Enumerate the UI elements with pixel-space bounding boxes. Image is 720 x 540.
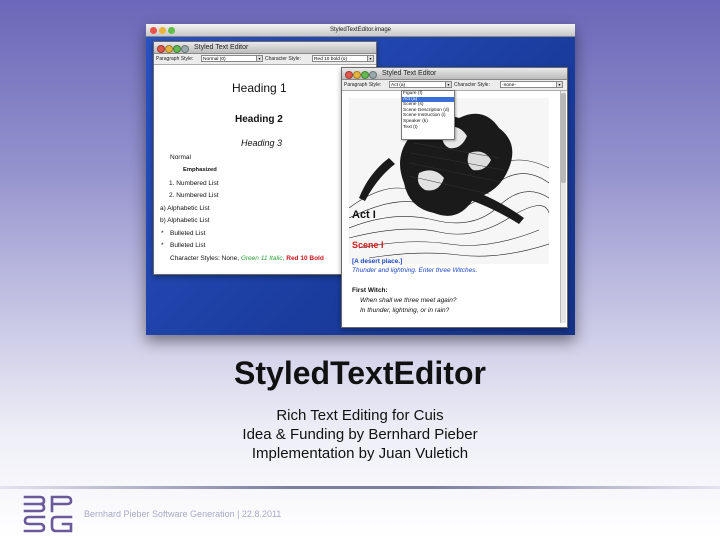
outer-title-bar: StyledTextEditor.image [146,24,575,37]
bullet-marker: * [161,242,164,249]
scene-instruction: Thunder and lightning. Enter three Witch… [352,267,478,274]
style-toolbar: Paragraph Style: Normal (0) ▾ Character … [154,54,376,65]
heading-1: Heading 1 [232,81,287,95]
collapse-button[interactable] [165,44,173,53]
collapse-button[interactable] [353,70,361,79]
normal-paragraph: Normal [170,154,191,161]
editor-window-right[interactable]: Styled Text Editor Paragraph Style: Act … [341,67,568,328]
green-italic-sample: Green 11 Italic, [240,255,285,262]
act-heading: Act I [352,209,376,221]
subtitle-line: Implementation by Juan Vuletich [251,445,469,462]
expand-button[interactable] [361,70,369,79]
paragraph-style-label: Paragraph Style: [344,82,382,88]
editor-window-title: Styled Text Editor [194,44,249,51]
verse-line: In thunder, lightning, or in rain? [360,307,450,314]
chevron-down-icon: ▾ [556,82,562,87]
character-style-select[interactable]: -none- ▾ [500,81,563,88]
vertical-scrollbar[interactable] [560,91,566,323]
subtitle-line: Rich Text Editing for Cuis [276,407,444,424]
paragraph-style-label: Paragraph Style: [156,56,194,62]
editor-title-bar[interactable]: Styled Text Editor [342,68,567,80]
footer-text: Bernhard Pieber Software Generation | 22… [84,509,282,519]
close-button[interactable] [157,44,165,53]
expand-button[interactable] [173,44,181,53]
emphasized-paragraph: Emphasized [183,167,217,173]
editor-title-bar[interactable]: Styled Text Editor [154,42,376,54]
paragraph-style-dropdown[interactable]: Figure (f) Act (a) Scene (s) Scene Descr… [401,90,455,140]
chevron-down-icon: ▾ [445,82,451,87]
character-style-select[interactable]: Red 10 bold (o) ▾ [312,55,374,62]
alphabetic-list-item: b) Alphabetic List [160,217,210,224]
character-style-value: Red 10 bold (o) [314,57,348,62]
scene-heading: Scene I [352,240,384,250]
paragraph-style-select[interactable]: Normal (0) ▾ [201,55,263,62]
heading-2: Heading 2 [235,114,283,125]
character-style-label: Character Style: [454,82,490,88]
bulleted-list-item: Bulleted List [170,242,206,249]
footer-divider [0,486,720,489]
paragraph-style-value: Act (a) [391,83,406,88]
verse-line: When shall we three meet again? [360,297,457,304]
chevron-down-icon: ▾ [256,56,262,61]
speaker-name: First Witch: [352,287,388,294]
bulleted-list-item: Bulleted List [170,230,206,237]
editor-window-title: Styled Text Editor [382,70,437,77]
close-button[interactable] [345,70,353,79]
scrollbar-thumb[interactable] [561,93,566,183]
bullet-marker: * [161,230,164,237]
numbered-list-item: 2. Numbered List [169,192,219,199]
subtitle-line: Idea & Funding by Bernhard Pieber [242,426,478,443]
chevron-down-icon: ▾ [367,56,373,61]
heading-3: Heading 3 [241,138,283,148]
bpsg-logo [23,495,73,533]
numbered-list-item: 1. Numbered List [169,180,219,187]
character-styles-prefix: Character Styles: None, [170,255,240,262]
outer-window-title: StyledTextEditor.image [329,27,392,33]
red-bold-sample: Red 10 Bold [286,255,324,262]
slide-title: StyledTextEditor [234,355,486,391]
menu-button[interactable] [181,44,189,53]
scene-description: [A desert place.] [352,258,403,265]
character-styles-line: Character Styles: None, Green 11 Italic,… [170,255,324,262]
menu-button[interactable] [369,70,377,79]
paragraph-style-value: Normal (0) [203,57,226,62]
character-style-label: Character Style: [265,56,301,62]
alphabetic-list-item: a) Alphabetic List [160,205,210,212]
paragraph-style-select[interactable]: Act (a) ▾ [389,81,452,88]
dropdown-option[interactable]: Text (t) [402,125,454,131]
character-style-value: -none- [502,83,516,88]
